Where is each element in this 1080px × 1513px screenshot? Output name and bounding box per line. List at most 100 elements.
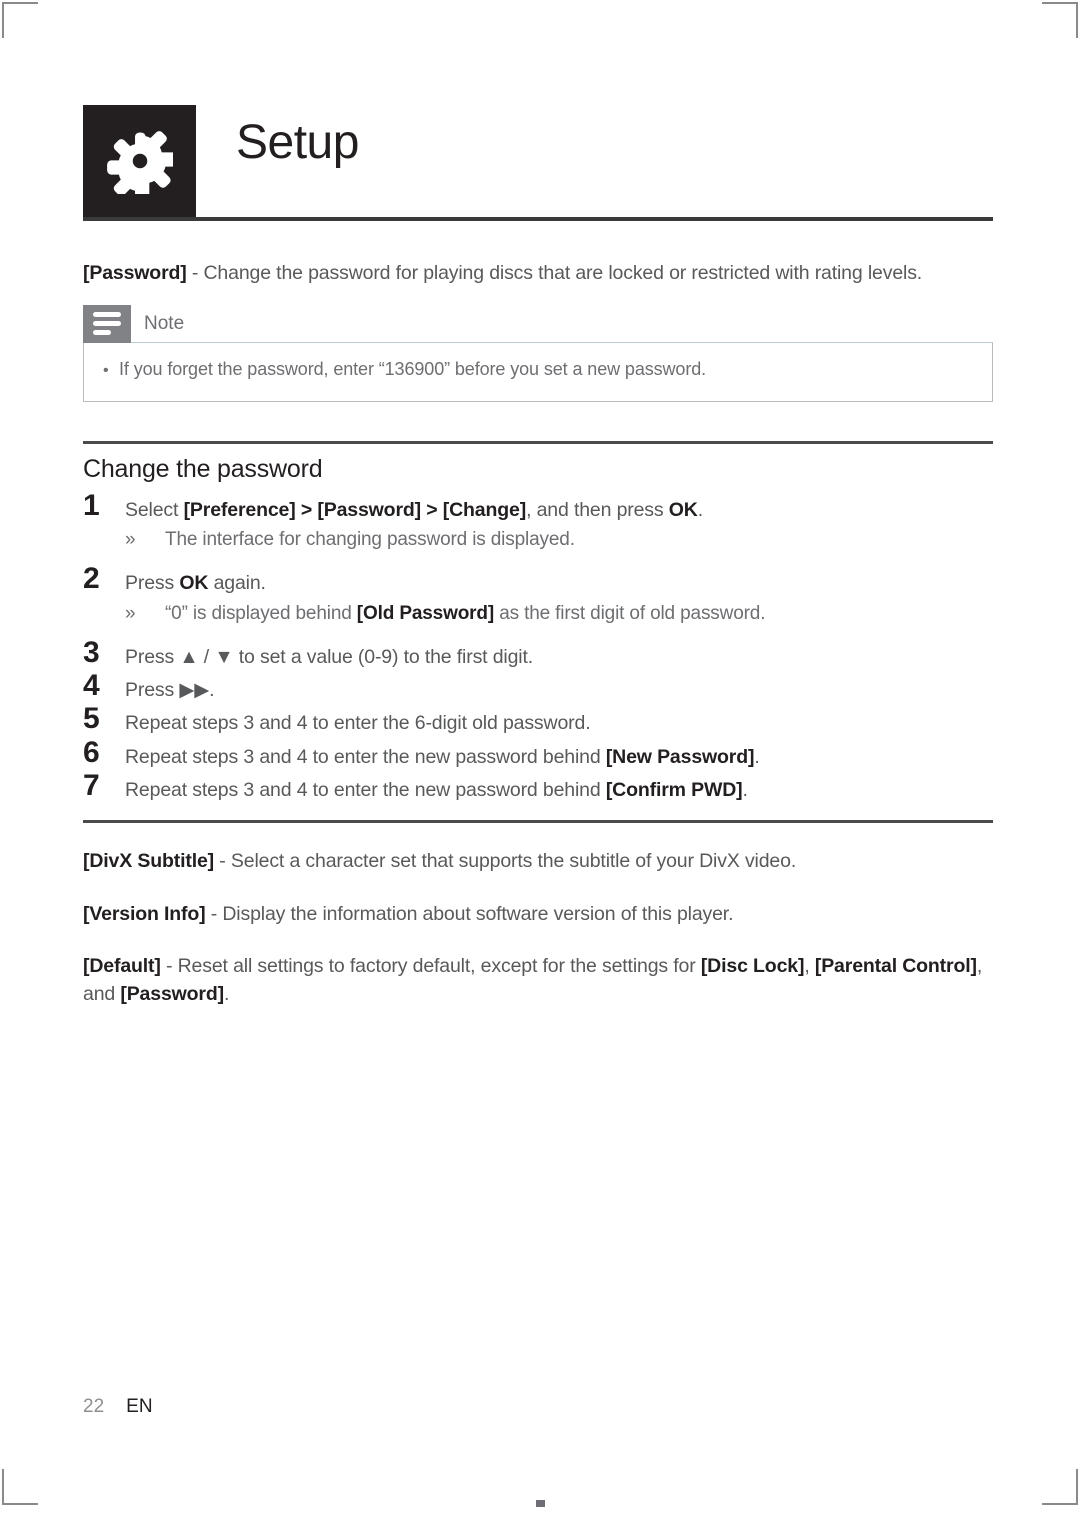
text-run-1: - Reset all settings to factory default,…	[160, 954, 701, 977]
step-number: 5	[83, 702, 100, 736]
step-6: 6 Repeat steps 3 and 4 to enter the new p…	[83, 737, 993, 770]
step-keyword-1: [Confirm PWD]	[605, 778, 743, 801]
default-keyword-4: [Parental Control]	[814, 954, 977, 977]
default-paragraph: [Default] - Reset all settings to factor…	[83, 952, 993, 1009]
text-run-2: again.	[208, 572, 266, 595]
text-run-0: Press	[125, 645, 180, 668]
step-keyword-5: [Change]	[442, 498, 527, 521]
text-run-0: Press	[125, 572, 180, 595]
step-keyword-2: >	[295, 498, 318, 521]
step-text: Repeat steps 3 and 4 to enter the 6-digi…	[125, 703, 993, 736]
header-divider	[83, 217, 993, 221]
step-number: 1	[83, 488, 100, 522]
result-keyword-1: [Old Password]	[356, 602, 495, 624]
text-run-0: Select	[125, 498, 184, 521]
step-2: 2 Press OK again.	[83, 563, 993, 596]
step-text: Press ▶▶.	[125, 670, 993, 703]
version-info-keyword-0: [Version Info]	[83, 902, 206, 925]
result-text: “0” is displayed behind [Old Password] a…	[165, 603, 993, 625]
text-run-1: ▲	[179, 645, 199, 668]
gear-icon	[83, 105, 196, 217]
result-marker-icon: »	[125, 602, 136, 624]
section-divider-bottom	[83, 820, 993, 824]
text-run-0: Repeat steps 3 and 4 to enter the new pa…	[125, 778, 606, 801]
text-run-2: .	[742, 778, 748, 801]
step-keyword-4: >	[420, 498, 443, 521]
step-number: 6	[83, 735, 100, 769]
text-run-1: ▶▶	[179, 678, 210, 701]
note-header: Note	[83, 304, 993, 343]
password-term: [Password]	[83, 262, 187, 284]
page-footer: 22 EN	[83, 1396, 153, 1418]
step-keyword-1: [Preference]	[183, 498, 296, 521]
footer-page-number: 22	[83, 1396, 105, 1417]
text-run-1: - Display the information about software…	[205, 902, 734, 925]
text-run-7: .	[223, 983, 230, 1006]
note-list-item: • If you forget the password, enter “136…	[84, 359, 992, 382]
crop-mark-bottom-right	[1042, 1469, 1078, 1505]
step-keyword-7: OK	[668, 498, 698, 521]
text-run-0: Press	[125, 678, 180, 701]
divx-subtitle-keyword-0: [DivX Subtitle]	[83, 850, 215, 873]
divx-subtitle-paragraph: [DivX Subtitle] - Select a character set…	[83, 847, 993, 875]
step-5: 5 Repeat steps 3 and 4 to enter the 6-dig…	[83, 703, 993, 736]
step-keyword-1: [New Password]	[605, 745, 755, 768]
text-run-0: Repeat steps 3 and 4 to enter the new pa…	[125, 745, 606, 768]
note-lines-icon	[83, 304, 131, 343]
step-1: 1 Select [Preference] > [Password] > [Cha…	[83, 490, 993, 523]
steps-list: 1 Select [Preference] > [Password] > [Cha…	[83, 490, 993, 803]
text-run-0: The interface for changing password is d…	[165, 529, 575, 551]
chapter-header: Setup	[83, 105, 993, 221]
text-run-0: Repeat steps 3 and 4 to enter the 6-digi…	[125, 712, 591, 735]
note-label: Note	[144, 312, 185, 334]
step-7: 7 Repeat steps 3 and 4 to enter the new p…	[83, 770, 993, 803]
default-keyword-0: [Default]	[83, 954, 161, 977]
settings-paragraphs: [DivX Subtitle] - Select a character set…	[83, 847, 993, 1008]
text-run-4: to set a value (0-9) to the first digit.	[233, 645, 533, 668]
text-run-2: as the first digit of old password.	[494, 602, 766, 624]
step-result: » The interface for changing password is …	[125, 529, 993, 551]
text-run-6: , and then press	[526, 498, 669, 521]
step-number: 7	[83, 768, 100, 802]
crop-mark-top-left	[2, 2, 38, 38]
step-number: 2	[83, 562, 100, 596]
footer-language: EN	[126, 1396, 153, 1417]
crop-mark-bottom-left	[2, 1469, 38, 1505]
text-run-3: ▼	[214, 645, 234, 668]
step-keyword-1: OK	[179, 572, 209, 595]
page-title: Setup	[236, 116, 359, 169]
text-run-0: “0” is displayed behind	[165, 602, 357, 624]
step-number: 3	[83, 635, 100, 669]
step-text: Repeat steps 3 and 4 to enter the new pa…	[125, 737, 993, 770]
step-3: 3 Press ▲ / ▼ to set a value (0-9) to the…	[83, 637, 993, 670]
note-body: • If you forget the password, enter “136…	[83, 341, 993, 402]
text-run-1: - Select a character set that supports t…	[214, 850, 797, 873]
password-intro-paragraph: [Password] - Change the password for pla…	[83, 260, 993, 288]
text-run-3: ,	[804, 954, 815, 977]
note-bullet: •	[103, 361, 109, 379]
result-text: The interface for changing password is d…	[165, 529, 993, 551]
default-keyword-6: [Password]	[120, 983, 224, 1006]
manual-page: Setup [Password] - Change the password f…	[83, 0, 993, 1513]
crop-mark-top-right	[1042, 2, 1078, 38]
step-number: 4	[83, 668, 100, 702]
note-item-text: If you forget the password, enter “13690…	[119, 358, 707, 379]
step-keyword-3: [Password]	[317, 498, 421, 521]
step-text: Press ▲ / ▼ to set a value (0-9) to the …	[125, 637, 993, 670]
note-block: Note • If you forget the password, enter…	[83, 304, 993, 402]
text-run-2: .	[209, 678, 215, 701]
text-run-2: .	[754, 745, 760, 768]
step-4: 4 Press ▶▶.	[83, 670, 993, 703]
text-run-2: /	[198, 645, 215, 668]
default-keyword-2: [Disc Lock]	[700, 954, 805, 977]
step-text: Press OK again.	[125, 563, 993, 596]
step-result: » “0” is displayed behind [Old Password] …	[125, 603, 993, 625]
text-run-8: .	[697, 498, 704, 521]
section-heading: Change the password	[83, 454, 323, 483]
step-text: Select [Preference] > [Password] > [Chan…	[125, 490, 993, 523]
version-info-paragraph: [Version Info] - Display the information…	[83, 900, 993, 928]
intro-dash: -	[186, 262, 204, 284]
section-divider-top	[83, 440, 993, 444]
result-marker-icon: »	[125, 529, 136, 551]
step-text: Repeat steps 3 and 4 to enter the new pa…	[125, 770, 993, 803]
